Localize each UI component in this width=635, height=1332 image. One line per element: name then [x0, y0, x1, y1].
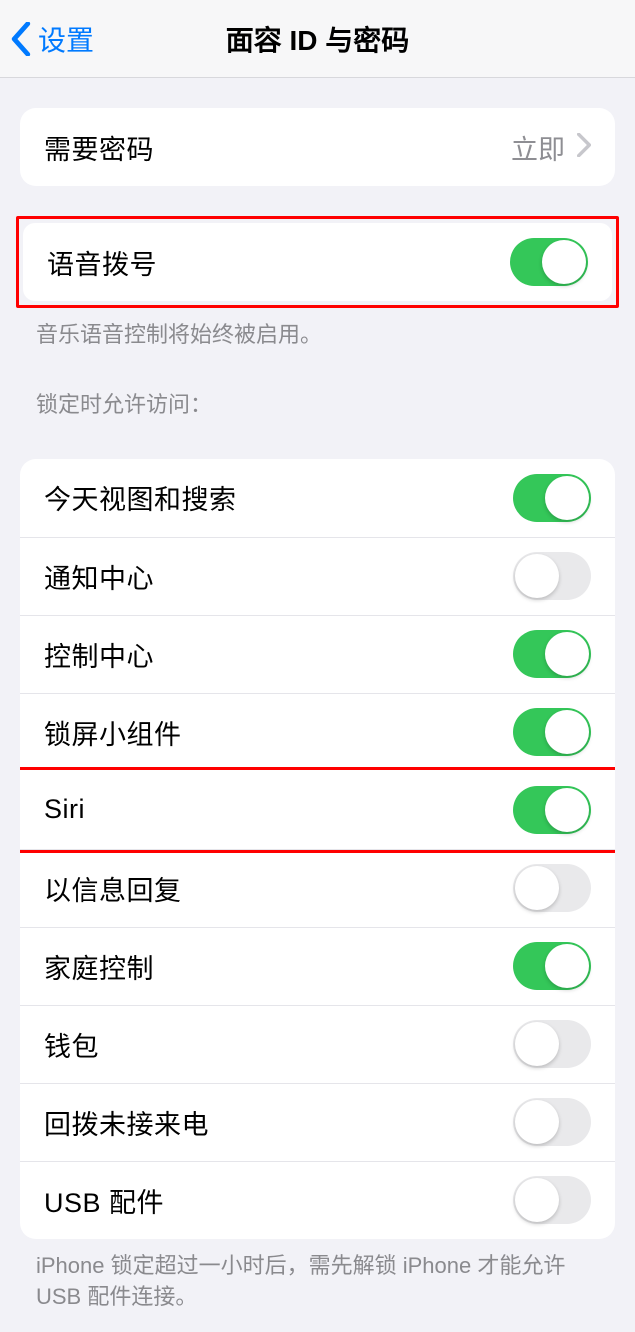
locked-access-group: 今天视图和搜索通知中心控制中心锁屏小组件 Siri 以信息回复家庭控制钱包回拨未接来…	[20, 459, 615, 1239]
locked-label-siri: Siri	[44, 794, 85, 825]
locked-row-usb-配件: USB 配件	[20, 1161, 615, 1239]
locked-label-以信息回复: 以信息回复	[44, 869, 182, 908]
require-passcode-label: 需要密码	[44, 128, 154, 167]
locked-label-家庭控制: 家庭控制	[44, 947, 154, 986]
locked-toggle-usb-配件[interactable]	[513, 1176, 591, 1224]
locked-toggle-钱包[interactable]	[513, 1020, 591, 1068]
locked-row-siri: Siri	[20, 771, 615, 849]
locked-access-header: 锁定时允许访问：	[0, 351, 635, 429]
locked-toggle-以信息回复[interactable]	[513, 864, 591, 912]
locked-toggle-控制中心[interactable]	[513, 630, 591, 678]
locked-toggle-通知中心[interactable]	[513, 552, 591, 600]
require-passcode-row[interactable]: 需要密码 立即	[20, 108, 615, 186]
voice-dial-label: 语音拨号	[47, 243, 157, 282]
locked-label-回拨未接来电: 回拨未接来电	[44, 1103, 209, 1142]
back-label: 设置	[38, 19, 94, 59]
locked-label-控制中心: 控制中心	[44, 635, 154, 674]
locked-row-通知中心: 通知中心	[20, 537, 615, 615]
locked-row-锁屏小组件: 锁屏小组件	[20, 693, 615, 771]
back-button[interactable]: 设置	[10, 19, 94, 59]
chevron-right-icon	[577, 133, 591, 162]
locked-row-以信息回复: 以信息回复	[20, 849, 615, 927]
voice-dial-footer: 音乐语音控制将始终被启用。	[0, 308, 635, 351]
page-title: 面容 ID 与密码	[10, 19, 625, 59]
voice-dial-highlight: 语音拨号	[16, 216, 619, 308]
require-passcode-group: 需要密码 立即	[20, 108, 615, 186]
locked-toggle-家庭控制[interactable]	[513, 942, 591, 990]
locked-row-控制中心: 控制中心	[20, 615, 615, 693]
locked-access-footer: iPhone 锁定超过一小时后，需先解锁 iPhone 才能允许 USB 配件连…	[0, 1239, 635, 1313]
siri-highlight: Siri	[20, 771, 615, 849]
locked-toggle-锁屏小组件[interactable]	[513, 708, 591, 756]
locked-label-usb-配件: USB 配件	[44, 1181, 164, 1220]
locked-label-锁屏小组件: 锁屏小组件	[44, 713, 182, 752]
header-bar: 设置 面容 ID 与密码	[0, 0, 635, 78]
voice-dial-toggle[interactable]	[510, 238, 588, 286]
locked-toggle-回拨未接来电[interactable]	[513, 1098, 591, 1146]
locked-label-钱包: 钱包	[44, 1025, 99, 1064]
locked-label-今天视图和搜索: 今天视图和搜索	[44, 478, 237, 517]
locked-toggle-siri[interactable]	[513, 786, 591, 834]
voice-dial-row: 语音拨号	[23, 223, 612, 301]
locked-row-家庭控制: 家庭控制	[20, 927, 615, 1005]
locked-row-回拨未接来电: 回拨未接来电	[20, 1083, 615, 1161]
locked-toggle-今天视图和搜索[interactable]	[513, 474, 591, 522]
locked-row-今天视图和搜索: 今天视图和搜索	[20, 459, 615, 537]
locked-row-钱包: 钱包	[20, 1005, 615, 1083]
chevron-left-icon	[10, 22, 32, 56]
locked-label-通知中心: 通知中心	[44, 557, 154, 596]
require-passcode-value: 立即	[511, 128, 565, 167]
